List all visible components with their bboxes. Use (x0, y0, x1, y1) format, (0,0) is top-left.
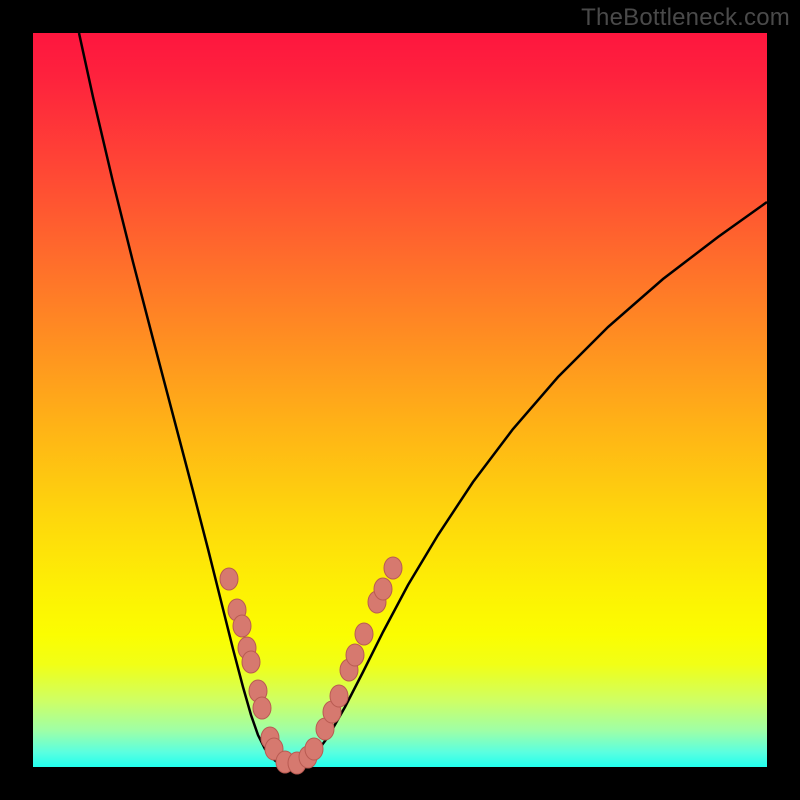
curve-right (291, 202, 767, 767)
marker-point (355, 623, 373, 645)
marker-point (233, 615, 251, 637)
marker-point (384, 557, 402, 579)
marker-point (374, 578, 392, 600)
chart-svg (33, 33, 767, 767)
marker-point (242, 651, 260, 673)
marker-point (220, 568, 238, 590)
plot-area (33, 33, 767, 767)
curve-group (79, 33, 767, 767)
marker-group (220, 557, 402, 774)
chart-frame: TheBottleneck.com (0, 0, 800, 800)
marker-point (253, 697, 271, 719)
watermark-text: TheBottleneck.com (581, 4, 790, 32)
marker-point (346, 644, 364, 666)
marker-point (305, 738, 323, 760)
marker-point (330, 685, 348, 707)
